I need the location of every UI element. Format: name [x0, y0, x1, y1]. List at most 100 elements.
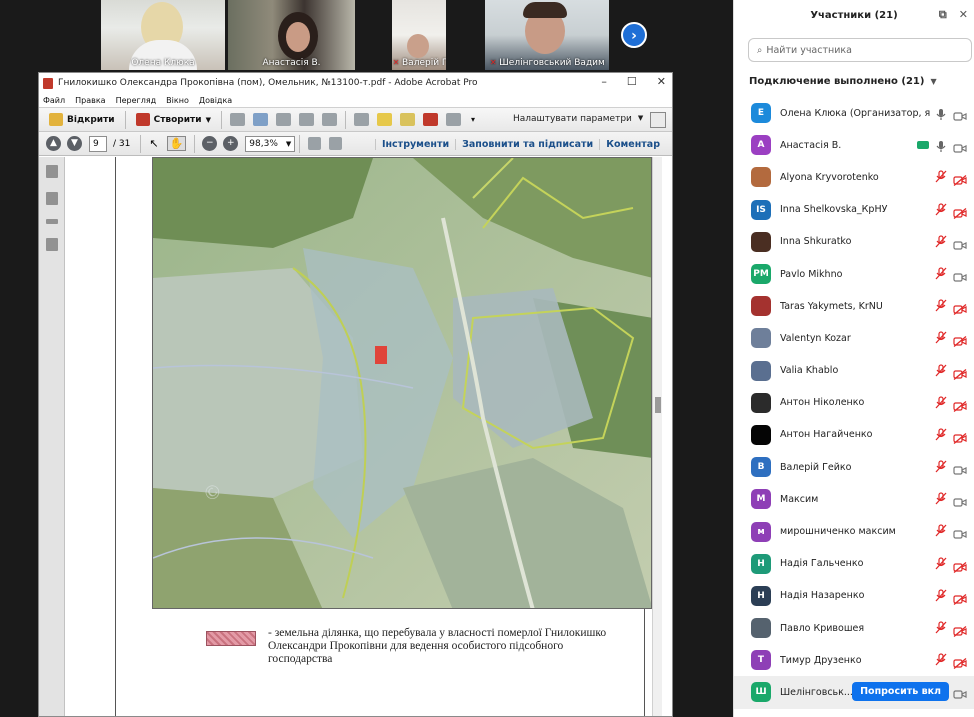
comment-link[interactable]: Коментар	[599, 138, 666, 150]
ask-to-start-video-button[interactable]: Попросить вкл	[852, 682, 949, 702]
print-icon[interactable]	[275, 113, 291, 126]
mic-off-icon	[935, 428, 947, 441]
open-button[interactable]: Відкрити	[43, 110, 121, 129]
tools-link[interactable]: Інструменти	[374, 138, 455, 150]
page-thumbnails-icon[interactable]	[45, 165, 58, 178]
open-label: Відкрити	[67, 114, 115, 125]
participant-name: Pavlo Mikhno	[780, 268, 843, 280]
menu-help[interactable]: Довідка	[199, 96, 232, 105]
search-input[interactable]: ⌕ Найти участника	[748, 38, 972, 62]
edit-icon[interactable]	[298, 113, 314, 126]
vertical-scrollbar[interactable]	[652, 157, 662, 716]
select-arrow-icon[interactable]: ↖	[149, 137, 158, 150]
participant-name: Alyona Kryvorotenko	[780, 171, 879, 183]
scrollbar-thumb[interactable]	[655, 397, 661, 413]
mic-off-icon	[935, 267, 947, 280]
maximize-icon[interactable]: ☐	[627, 75, 637, 88]
mic-off-icon	[935, 331, 947, 344]
fill-sign-link[interactable]: Заповнити та підписати	[455, 138, 599, 150]
participant-row[interactable]: Т Тимур Друзенко	[734, 644, 974, 676]
camera-off-icon	[953, 204, 967, 219]
close-icon[interactable]: ✕	[657, 75, 666, 88]
participant-row[interactable]: Н Надія Назаренко	[734, 580, 974, 612]
highlight-icon[interactable]	[399, 113, 415, 126]
next-page-arrow-icon[interactable]: ›	[621, 22, 647, 48]
connected-section-header[interactable]: Подключение выполнено (21) ▼	[749, 76, 974, 87]
page-up-icon[interactable]: ▲	[46, 136, 61, 151]
legend-swatch	[206, 631, 256, 646]
camera-on-icon	[953, 461, 967, 475]
comment-icon[interactable]	[376, 113, 392, 126]
participant-row[interactable]: В Валерій Гейко	[734, 451, 974, 483]
dropdown-arrow-icon: ▼	[637, 114, 644, 122]
minimize-icon[interactable]: –	[601, 75, 607, 88]
more-tools-icon[interactable]: ▾	[471, 115, 475, 124]
mic-off-icon	[935, 170, 947, 183]
menu-edit[interactable]: Правка	[75, 96, 105, 105]
search-placeholder: Найти участника	[766, 44, 852, 56]
video-name: Анастасія В.	[262, 58, 321, 68]
attachments-icon[interactable]	[45, 238, 58, 251]
video-tile[interactable]: ✕Валерій Гейко	[392, 0, 446, 70]
participant-face	[407, 34, 429, 58]
expand-icon[interactable]	[650, 112, 666, 128]
participant-row[interactable]: IS Inna Shelkovska_КрНУ	[734, 194, 974, 226]
zoom-out-icon[interactable]: −	[202, 136, 218, 151]
participant-row[interactable]: Valia Khablo	[734, 355, 974, 387]
participant-row[interactable]: А Анастасія В.	[734, 129, 974, 161]
participant-row[interactable]: Taras Yakymets, KrNU	[734, 290, 974, 322]
participant-row[interactable]: Павло Кривошея	[734, 612, 974, 644]
video-tile[interactable]: Олена Клюка	[101, 0, 225, 70]
zoom-select[interactable]: 98,3% ▼	[245, 135, 296, 152]
participant-name: Valia Khablo	[780, 365, 839, 377]
sign-icon[interactable]	[422, 113, 438, 126]
participant-row[interactable]: Valentyn Kozar	[734, 322, 974, 354]
video-tile[interactable]: ✕ Шелінговський Вадим	[485, 0, 609, 70]
participant-row[interactable]: Антон Ніколенко	[734, 387, 974, 419]
popout-icon[interactable]: ⧉	[939, 8, 947, 22]
create-button[interactable]: Створити ▼	[130, 110, 217, 129]
menu-view[interactable]: Перегляд	[116, 96, 157, 105]
page-down-icon[interactable]: ▼	[67, 136, 82, 151]
cloud-upload-icon[interactable]	[252, 113, 268, 126]
save-icon[interactable]	[229, 113, 245, 126]
acrobat-window: Гнилокишко Олександра Прокопівна (пом), …	[38, 72, 673, 717]
participant-name: Taras Yakymets, KrNU	[780, 300, 883, 312]
customize-dropdown[interactable]: Налаштувати параметри ▼	[513, 114, 643, 124]
participant-row[interactable]: Антон Нагайченко	[734, 419, 974, 451]
dropdown-arrow-icon: ▼	[205, 115, 211, 124]
participants-panel: Участники (21) ⧉ ✕ ⌕ Найти участника Под…	[733, 0, 974, 717]
avatar: Ш	[751, 682, 771, 703]
menu-file[interactable]: Файл	[43, 96, 65, 105]
participant-row[interactable]: м мирошниченко максим	[734, 515, 974, 547]
close-panel-icon[interactable]: ✕	[959, 8, 968, 22]
camera-off-icon	[953, 654, 967, 670]
participant-row[interactable]: Inna Shkuratko	[734, 226, 974, 258]
fit-page-icon[interactable]	[308, 137, 322, 150]
participant-row[interactable]: Ш Шелінговськ... Попросить вкл	[734, 676, 974, 709]
fit-width-icon[interactable]	[329, 137, 343, 150]
settings-icon[interactable]	[353, 113, 369, 126]
menu-window[interactable]: Вікно	[166, 96, 189, 105]
document-area[interactable]: © - земельна ділянка, що перебувала у вл…	[65, 157, 662, 716]
participant-name: Тимур Друзенко	[780, 654, 862, 666]
avatar: Н	[751, 585, 771, 606]
attach-icon[interactable]	[445, 113, 461, 126]
page-number-input[interactable]: 9	[89, 135, 107, 152]
zoom-in-icon[interactable]: +	[223, 136, 239, 151]
participant-row[interactable]: PM Pavlo Mikhno	[734, 258, 974, 290]
legend-text: - земельна ділянка, що перебувала у влас…	[268, 627, 607, 665]
bookmarks-icon[interactable]	[45, 192, 58, 205]
email-icon[interactable]	[321, 113, 337, 126]
video-tile[interactable]: Анастасія В.	[228, 0, 355, 70]
hand-tool-icon[interactable]: ✋	[166, 136, 187, 151]
participant-name: мирошниченко максим	[780, 526, 896, 538]
participant-row[interactable]: Alyona Kryvorotenko	[734, 161, 974, 193]
participant-row[interactable]: М Максим	[734, 483, 974, 515]
participant-row[interactable]: Н Надія Гальченко	[734, 548, 974, 580]
camera-on-icon	[953, 685, 967, 699]
participant-row[interactable]: Е Олена Клюка (Организатор, я)	[734, 97, 974, 129]
toolbar-divider	[124, 110, 126, 129]
signatures-icon[interactable]	[45, 219, 58, 224]
participant-face	[286, 22, 310, 52]
